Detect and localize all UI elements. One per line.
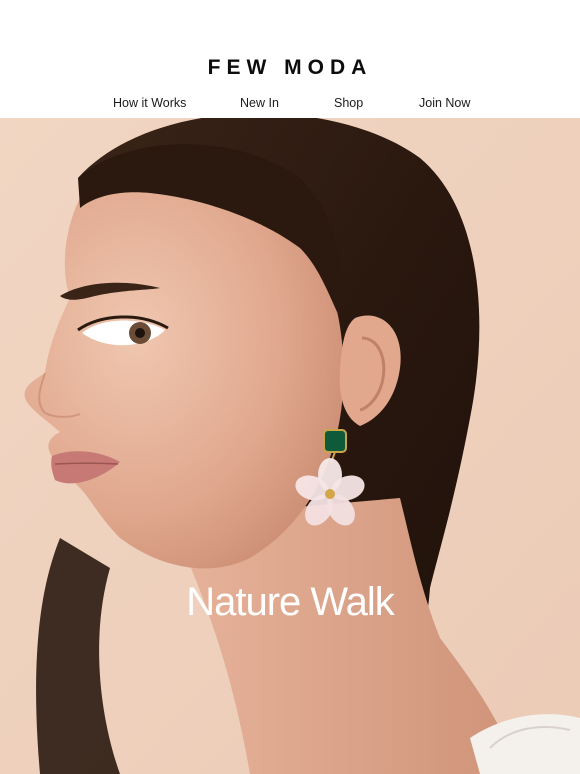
brand-logo[interactable]: FEW MODA bbox=[0, 55, 580, 81]
model-portrait-image bbox=[0, 118, 580, 774]
hero-banner[interactable]: Nature Walk bbox=[0, 118, 580, 774]
main-nav: How it Works New In Shop Join Now bbox=[0, 95, 580, 111]
nav-join-now[interactable]: Join Now bbox=[419, 95, 470, 111]
hero-title: Nature Walk bbox=[186, 580, 395, 624]
header: FEW MODA How it Works New In Shop Join N… bbox=[0, 0, 580, 118]
nav-how-it-works[interactable]: How it Works bbox=[113, 95, 186, 111]
nav-new-in[interactable]: New In bbox=[240, 95, 279, 111]
email-page: FEW MODA How it Works New In Shop Join N… bbox=[0, 0, 580, 774]
nav-shop[interactable]: Shop bbox=[334, 95, 363, 111]
